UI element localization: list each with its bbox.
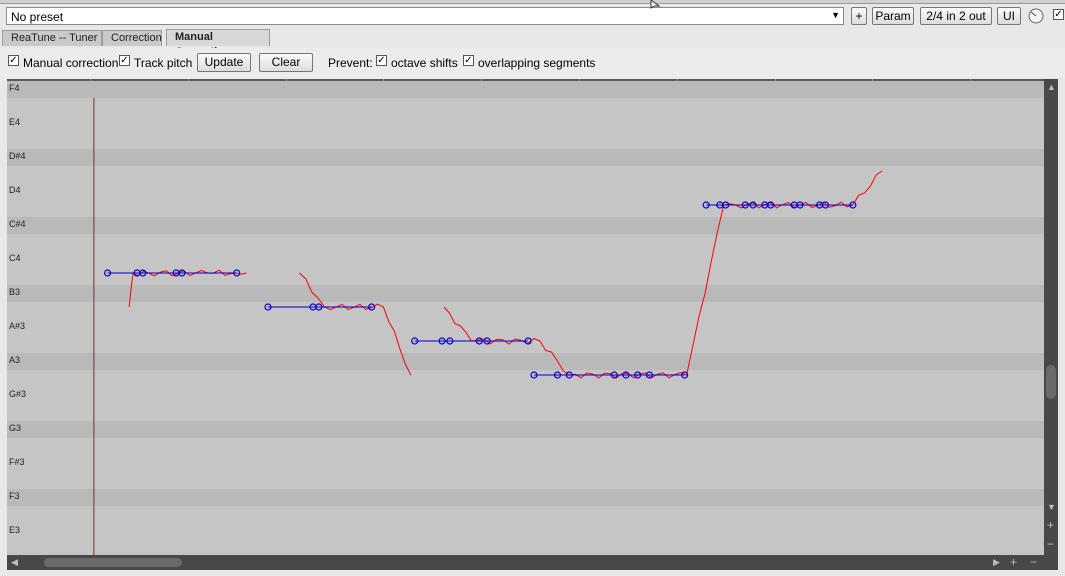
clear-button[interactable]: Clear <box>259 53 313 72</box>
add-preset-button[interactable]: + <box>851 7 867 25</box>
ui-button[interactable]: UI <box>997 7 1021 25</box>
tab-manual-correction[interactable]: Manual Correction <box>166 29 270 58</box>
horizontal-scroll-thumb[interactable] <box>44 558 182 567</box>
pitch-curve <box>443 170 883 379</box>
pitch-editor-graph[interactable]: 0:01.000:01.500:02.000:02.500:03.000:03.… <box>7 79 1044 555</box>
manual-correction-checkbox[interactable]: ✓ <box>8 55 19 66</box>
scroll-up-icon[interactable]: ▲ <box>1047 82 1056 92</box>
zoom-out-horizontal-icon[interactable]: − <box>1030 555 1037 569</box>
zoom-in-vertical-icon[interactable]: + <box>1047 518 1054 532</box>
scroll-right-icon[interactable]: ▶ <box>993 557 1000 568</box>
vertical-scrollbar[interactable]: ▲ ▼ + − <box>1044 79 1058 555</box>
octave-shifts-label: octave shifts <box>391 56 458 70</box>
scroll-left-icon[interactable]: ◀ <box>11 557 18 568</box>
io-routing-button[interactable]: 2/4 in 2 out <box>920 7 992 25</box>
preset-value: No preset <box>11 10 64 24</box>
horizontal-scrollbar[interactable]: ◀ ▶ + − <box>7 555 1058 570</box>
overlapping-segments-checkbox[interactable]: ✓ <box>463 55 474 66</box>
vertical-scroll-thumb[interactable] <box>1046 365 1056 399</box>
pitch-curve <box>298 272 412 376</box>
track-pitch-checkbox[interactable]: ✓ <box>119 55 130 66</box>
param-button[interactable]: Param <box>872 7 914 25</box>
mouse-cursor-icon <box>650 0 661 9</box>
overlapping-segments-label: overlapping segments <box>478 56 596 70</box>
zoom-out-vertical-icon[interactable]: − <box>1047 537 1054 551</box>
octave-shifts-checkbox[interactable]: ✓ <box>376 55 387 66</box>
zoom-in-horizontal-icon[interactable]: + <box>1010 555 1017 569</box>
tab-correction[interactable]: Correction <box>102 30 162 46</box>
wet-knob-icon[interactable] <box>1027 7 1045 25</box>
bypass-checkbox[interactable]: ✓ <box>1053 9 1064 20</box>
window-top-edge <box>0 0 1065 4</box>
manual-correction-label: Manual correction <box>23 56 119 70</box>
prevent-label: Prevent: <box>328 56 373 70</box>
pitch-curve <box>128 269 247 308</box>
pitch-overlay[interactable] <box>7 79 1044 555</box>
scroll-down-icon[interactable]: ▼ <box>1047 502 1056 512</box>
tab-reatune-tuner[interactable]: ReaTune -- Tuner <box>2 30 102 46</box>
preset-dropdown[interactable]: No preset ▼ <box>6 7 844 25</box>
chevron-down-icon: ▼ <box>831 10 840 20</box>
track-pitch-label: Track pitch <box>134 56 193 70</box>
update-button[interactable]: Update <box>197 53 251 72</box>
